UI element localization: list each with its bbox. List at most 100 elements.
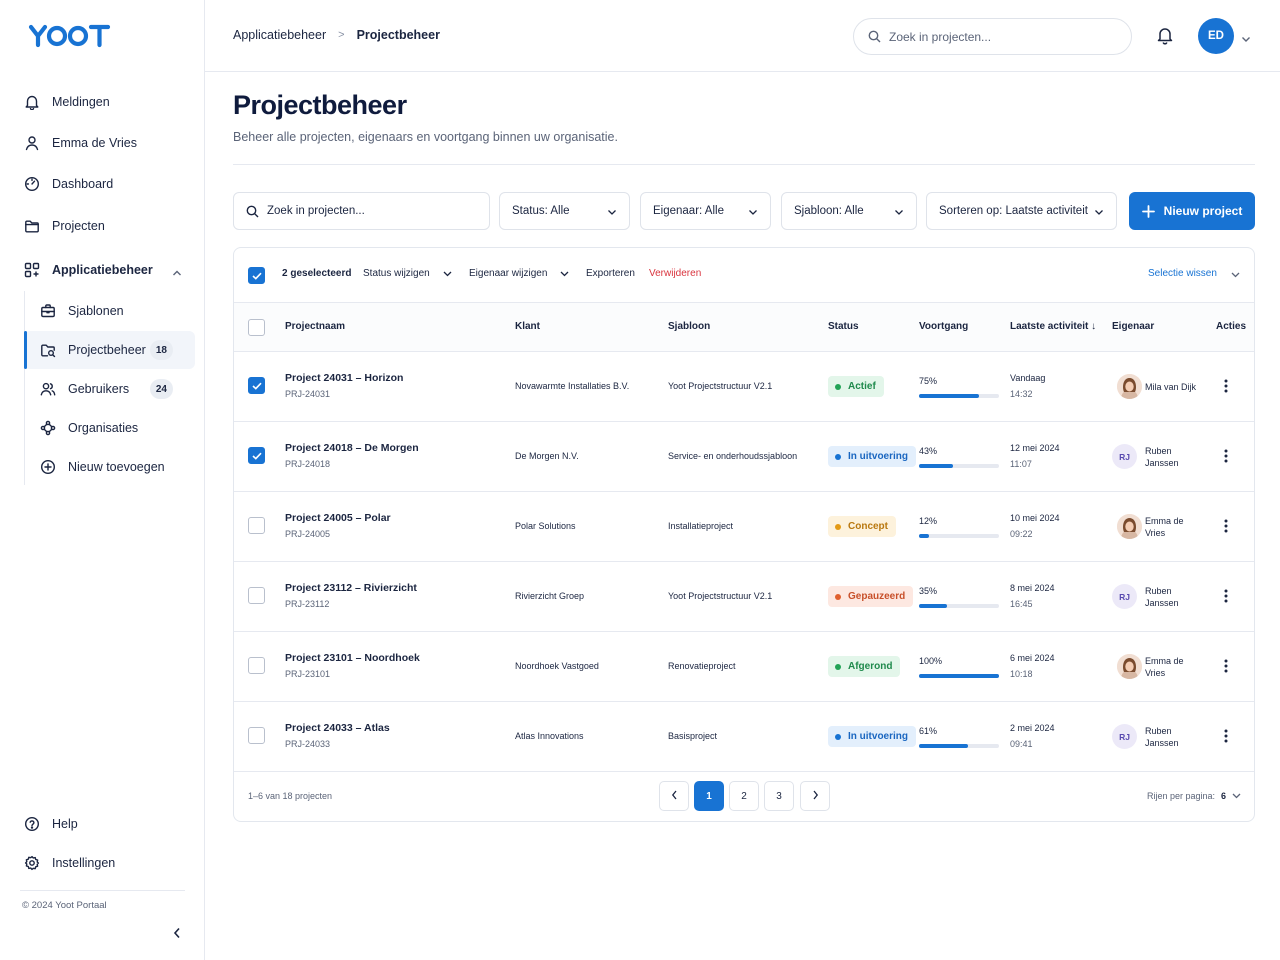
sidebar-item-dashboard[interactable]: Dashboard [22,170,113,198]
last-activity-date: 6 mei 2024 [1010,653,1055,663]
progress-percent: 43% [919,446,938,456]
row-actions-menu-icon[interactable] [1224,519,1228,538]
column-header-laatste-activiteit[interactable]: Laatste activiteit ↓ [1010,321,1096,332]
export-button[interactable]: Exporteren [586,268,635,279]
column-header-status[interactable]: Status [828,321,859,332]
breadcrumb-parent-link[interactable]: Applicatiebeheer [233,28,326,42]
submenu-guide-line [24,291,25,485]
table-row[interactable]: Project 24033 – Atlas PRJ-24033 Atlas In… [234,702,1254,772]
row-checkbox[interactable] [248,517,265,534]
client-name: Atlas Innovations [515,731,584,741]
global-search-input[interactable]: Zoek in projecten... [853,18,1132,55]
column-header-sjabloon[interactable]: Sjabloon [668,321,710,332]
owner-name-line2: Janssen [1145,738,1179,748]
page-button-2[interactable]: 2 [729,781,759,811]
next-page-button[interactable] [800,781,830,811]
table-row[interactable]: Project 24005 – Polar PRJ-24005 Polar So… [234,492,1254,562]
folder-icon [22,216,42,236]
clear-selection-button[interactable]: Selectie wissen [1148,268,1217,279]
sidebar-subitem-organisaties[interactable]: Organisaties [38,411,195,445]
sort-dropdown[interactable]: Sorteren op: Laatste activiteit [926,192,1117,230]
sidebar-subitem-projectbeheer[interactable]: Projectbeheer 18 [38,333,195,367]
change-owner-dropdown[interactable]: Eigenaar wijzigen [469,268,569,279]
yoot-logo[interactable] [28,24,112,53]
owner-name-line2: Vries [1145,668,1166,678]
sidebar-item-instellingen[interactable]: Instellingen [22,849,115,877]
row-actions-menu-icon[interactable] [1224,729,1228,748]
sidebar: Meldingen Emma de Vries Dashboard Projec… [0,0,205,960]
table-row[interactable]: Project 24031 – Horizon PRJ-24031 Novawa… [234,352,1254,422]
page-button-1[interactable]: 1 [694,781,724,811]
template-filter-dropdown[interactable]: Sjabloon: Alle [781,192,917,230]
progress-bar-fill [919,394,979,398]
sidebar-subitem-nieuw-toevoegen[interactable]: Nieuw toevoegen [38,450,195,484]
project-id: PRJ-24018 [285,459,331,469]
owner-filter-dropdown[interactable]: Eigenaar: Alle [640,192,771,230]
chevron-down-icon[interactable] [1231,272,1240,278]
sidebar-item-emma-de-vries[interactable]: Emma de Vries [22,129,137,157]
change-status-dropdown[interactable]: Status wijzigen [363,268,452,279]
row-checkbox[interactable] [248,377,265,394]
status-label: Actief [848,381,876,392]
row-checkbox[interactable] [248,727,265,744]
project-name-link[interactable]: Project 24033 – Atlas [285,722,390,734]
breadcrumb: Applicatiebeheer > Projectbeheer [233,28,440,42]
page-button-3[interactable]: 3 [764,781,794,811]
column-header-projectnaam[interactable]: Projectnaam [285,321,345,332]
user-avatar[interactable]: ED [1198,18,1234,54]
project-name-link[interactable]: Project 24031 – Horizon [285,372,403,384]
row-actions-menu-icon[interactable] [1224,449,1228,468]
sidebar-item-help[interactable]: Help [22,810,78,838]
status-badge: In uitvoering [828,446,916,467]
sidebar-subitem-gebruikers[interactable]: Gebruikers 24 [38,372,195,406]
sidebar-subitem-label: Gebruikers [68,382,130,396]
table-row[interactable]: Project 23112 – Rivierzicht PRJ-23112 Ri… [234,562,1254,632]
status-dot [835,383,841,390]
sidebar-item-label: Meldingen [52,95,110,109]
chevron-down-icon [894,207,904,219]
chevron-down-icon[interactable] [1241,30,1251,48]
chevron-right-icon [812,790,819,803]
column-header-eigenaar[interactable]: Eigenaar [1112,321,1154,332]
sidebar-subitem-sjablonen[interactable]: Sjablonen [38,294,195,328]
row-checkbox[interactable] [248,587,265,604]
row-checkbox[interactable] [248,657,265,674]
template-filter-label: Sjabloon: Alle [794,205,864,217]
copyright-text: © 2024 Yoot Portaal [22,900,107,911]
sidebar-item-applicatiebeheer[interactable]: Applicatiebeheer [22,256,181,284]
project-name-link[interactable]: Project 24005 – Polar [285,512,391,524]
bulk-select-checkbox[interactable] [248,267,265,284]
template-name: Installatieproject [668,521,734,531]
delete-button[interactable]: Verwijderen [649,268,701,279]
previous-page-button[interactable] [659,781,689,811]
last-activity-time: 09:22 [1010,529,1033,539]
row-actions-menu-icon[interactable] [1224,659,1228,678]
row-actions-menu-icon[interactable] [1224,379,1228,398]
status-filter-dropdown[interactable]: Status: Alle [499,192,630,230]
new-project-label: Nieuw project [1163,204,1243,218]
rows-per-page-select[interactable]: Rijen per pagina: 6 [1147,791,1241,801]
search-icon [868,30,881,43]
collapse-sidebar-button[interactable] [168,926,186,944]
notifications-bell-icon[interactable] [1156,26,1174,50]
table-row[interactable]: Project 24018 – De Morgen PRJ-24018 De M… [234,422,1254,492]
column-header-klant[interactable]: Klant [515,321,540,332]
progress-bar-fill [919,534,929,538]
row-actions-menu-icon[interactable] [1224,589,1228,608]
select-all-checkbox[interactable] [248,319,265,336]
table-row[interactable]: Project 23101 – Noordhoek PRJ-23101 Noor… [234,632,1254,702]
chevron-up-icon[interactable] [172,266,182,280]
project-name-link[interactable]: Project 23112 – Rivierzicht [285,582,417,594]
last-activity-time: 16:45 [1010,599,1033,609]
project-name-link[interactable]: Project 23101 – Noordhoek [285,652,420,664]
project-name-link[interactable]: Project 24018 – De Morgen [285,442,419,454]
column-header-voortgang[interactable]: Voortgang [919,321,968,332]
sidebar-item-meldingen[interactable]: Meldingen [22,88,110,116]
progress-bar [919,604,999,608]
sidebar-item-projecten[interactable]: Projecten [22,212,105,240]
new-project-button[interactable]: Nieuw project [1129,192,1255,230]
project-search-input[interactable]: Zoek in projecten... [233,192,490,230]
row-checkbox[interactable] [248,447,265,464]
owner-name-line2: Vries [1145,528,1166,538]
template-name: Basisproject [668,731,718,741]
